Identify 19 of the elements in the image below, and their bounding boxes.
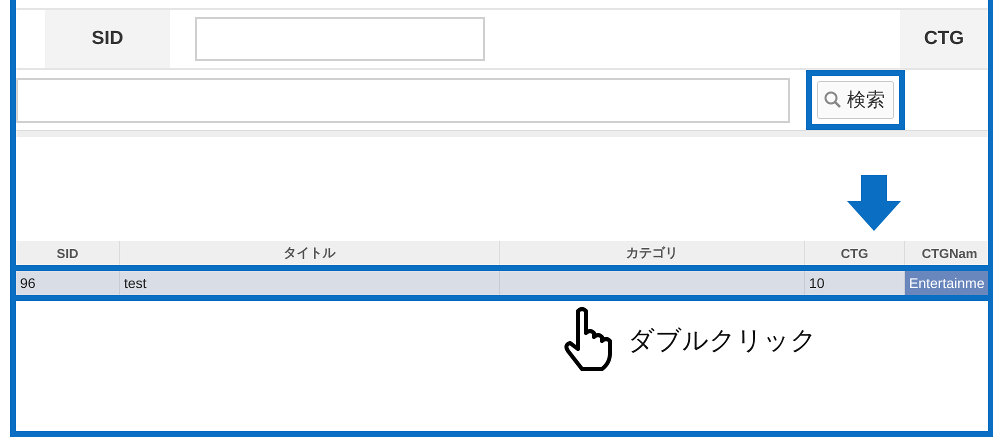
- search-icon: [824, 91, 842, 109]
- column-header[interactable]: CTGNam: [905, 241, 988, 265]
- input-field[interactable]: [195, 17, 485, 61]
- table-cell: test: [120, 271, 500, 295]
- table-cell: 96: [16, 271, 120, 295]
- column-header[interactable]: タイトル: [120, 241, 500, 265]
- column-header[interactable]: カテゴリ: [500, 241, 805, 265]
- row-highlight[interactable]: 96 test 10 Entertainme: [16, 265, 988, 301]
- table-cell: Entertainme: [905, 271, 988, 295]
- pointing-hand-icon: [562, 307, 614, 373]
- down-arrow-icon: [847, 175, 901, 231]
- annotation-text: ダブルクリック: [628, 324, 817, 358]
- search-button[interactable]: 検索: [817, 81, 894, 119]
- field-label: CTG: [900, 10, 988, 68]
- field-label: SID: [45, 10, 170, 68]
- column-header[interactable]: CTG: [805, 241, 905, 265]
- table-cell: 10: [805, 271, 905, 295]
- search-field[interactable]: [16, 78, 790, 122]
- column-header[interactable]: SID: [16, 241, 120, 265]
